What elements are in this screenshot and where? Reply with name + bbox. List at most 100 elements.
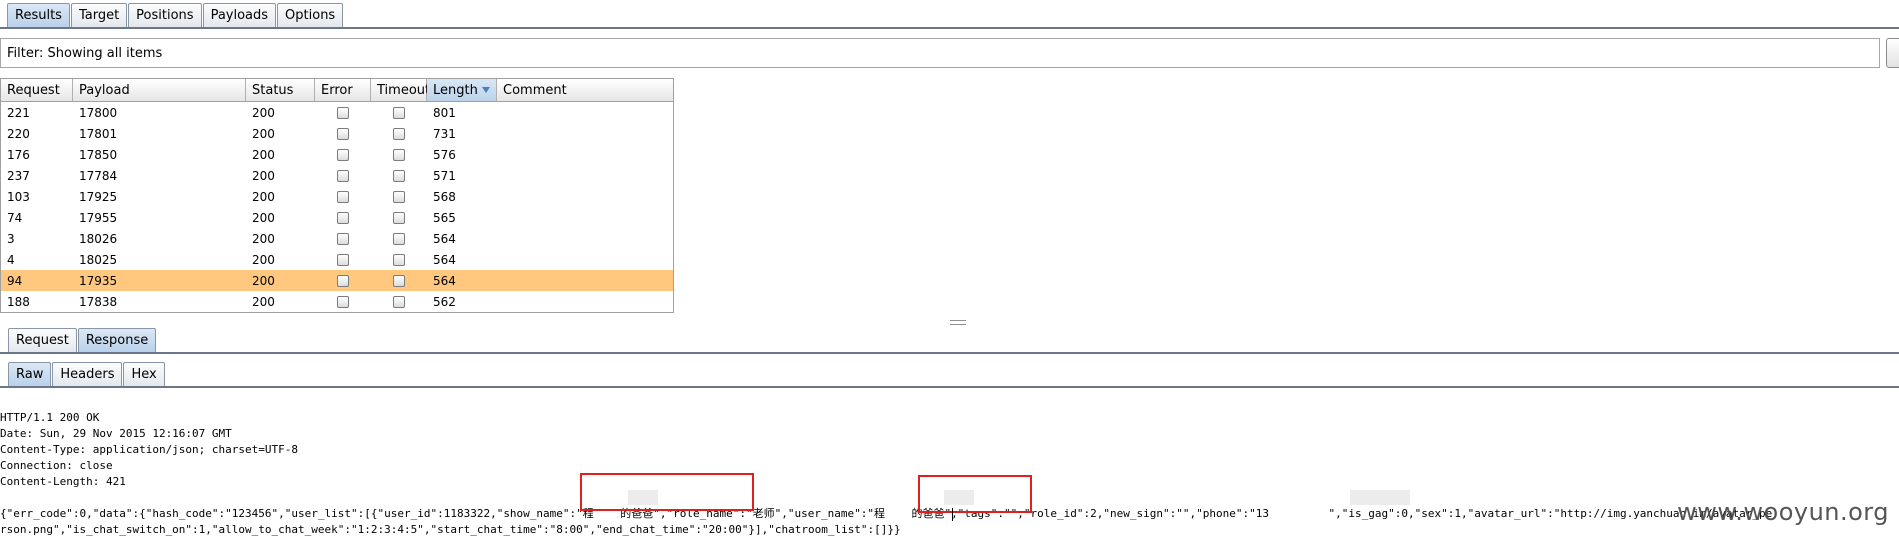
tab-request[interactable]: Request — [8, 328, 77, 352]
filter-bar[interactable]: Filter: Showing all items — [0, 38, 1880, 68]
response-header-line: Content-Type: application/json; charset=… — [0, 443, 299, 456]
timeout-checkbox[interactable] — [393, 190, 405, 203]
status-cell: 200 — [252, 126, 275, 141]
error-checkbox-cell — [315, 249, 371, 270]
error-checkbox[interactable] — [337, 190, 349, 203]
request-cell: 237 — [7, 168, 30, 183]
comment-cell — [497, 186, 673, 207]
request-cell: 176 — [7, 147, 30, 162]
timeout-checkbox-cell — [371, 165, 427, 186]
table-row[interactable]: 237 17784 200 571 — [1, 165, 673, 186]
table-body: 221 17800 200 801 220 17801 200 731 176 17850 200 5… — [1, 102, 673, 312]
error-checkbox[interactable] — [337, 274, 349, 287]
error-checkbox[interactable] — [337, 106, 349, 119]
col-error[interactable]: Error — [315, 79, 371, 101]
status-cell: 200 — [252, 252, 275, 267]
highlight-box-user-name — [918, 475, 1032, 513]
table-row[interactable]: 4 18025 200 564 — [1, 249, 673, 270]
timeout-checkbox[interactable] — [393, 253, 405, 266]
col-timeout[interactable]: Timeout — [371, 79, 430, 101]
timeout-checkbox-cell — [371, 228, 427, 249]
col-status[interactable]: Status — [246, 79, 315, 101]
col-comment[interactable]: Comment — [497, 79, 673, 101]
payload-cell: 17784 — [79, 168, 118, 183]
timeout-checkbox-cell — [371, 207, 427, 228]
top-tab-bar: Results Target Positions Payloads Option… — [7, 3, 344, 27]
timeout-checkbox[interactable] — [393, 169, 405, 182]
results-table: Request Payload Status Error Timeout Len… — [0, 78, 674, 313]
filter-text: Filter: Showing all items — [7, 45, 163, 61]
tab-raw[interactable]: Raw — [8, 362, 52, 386]
table-header: Request Payload Status Error Timeout Len… — [1, 78, 673, 102]
raw-response[interactable]: HTTP/1.1 200 OK Date: Sun, 29 Nov 2015 12… — [0, 394, 1899, 554]
view-tab-bar: Raw Headers Hex — [8, 362, 166, 386]
timeout-checkbox-cell — [371, 102, 427, 123]
payload-cell: 17800 — [79, 105, 118, 120]
timeout-checkbox[interactable] — [393, 232, 405, 245]
highlight-box-show-name — [580, 473, 754, 511]
tab-options[interactable]: Options — [277, 3, 344, 27]
table-row[interactable]: 188 17838 200 562 — [1, 291, 673, 312]
tab-target[interactable]: Target — [70, 3, 128, 27]
view-separator — [0, 386, 1899, 388]
col-payload[interactable]: Payload — [73, 79, 246, 101]
status-cell: 200 — [252, 168, 275, 183]
error-checkbox-cell — [315, 186, 371, 207]
timeout-checkbox[interactable] — [393, 211, 405, 224]
tab-headers[interactable]: Headers — [52, 362, 123, 386]
status-cell: 200 — [252, 189, 275, 204]
error-checkbox[interactable] — [337, 169, 349, 182]
table-row[interactable]: 221 17800 200 801 — [1, 102, 673, 123]
text-cursor — [952, 508, 953, 521]
error-checkbox[interactable] — [337, 211, 349, 224]
timeout-checkbox-cell — [371, 123, 427, 144]
table-row[interactable]: 3 18026 200 564 — [1, 228, 673, 249]
table-row[interactable]: 94 17935 200 564 — [1, 270, 673, 291]
error-checkbox-cell — [315, 165, 371, 186]
length-cell: 568 — [433, 189, 456, 204]
length-cell: 564 — [433, 273, 456, 288]
splitter-grip[interactable] — [950, 320, 966, 325]
error-checkbox-cell — [315, 123, 371, 144]
error-checkbox[interactable] — [337, 253, 349, 266]
length-cell: 562 — [433, 294, 456, 309]
table-row[interactable]: 103 17925 200 568 — [1, 186, 673, 207]
col-length[interactable]: Length — [427, 79, 497, 101]
tab-hex[interactable]: Hex — [123, 362, 165, 386]
payload-cell: 17850 — [79, 147, 118, 162]
timeout-checkbox[interactable] — [393, 127, 405, 140]
status-cell: 200 — [252, 105, 275, 120]
error-checkbox-cell — [315, 207, 371, 228]
request-cell: 221 — [7, 105, 30, 120]
payload-cell: 18026 — [79, 231, 118, 246]
table-row[interactable]: 220 17801 200 731 — [1, 123, 673, 144]
comment-cell — [497, 102, 673, 123]
timeout-checkbox[interactable] — [393, 148, 405, 161]
tab-results[interactable]: Results — [7, 3, 70, 27]
tab-response[interactable]: Response — [77, 328, 157, 352]
timeout-checkbox-cell — [371, 249, 427, 270]
status-cell: 200 — [252, 294, 275, 309]
filter-help-button[interactable] — [1886, 38, 1899, 68]
timeout-checkbox[interactable] — [393, 274, 405, 287]
tab-positions[interactable]: Positions — [128, 3, 202, 27]
timeout-checkbox-cell — [371, 186, 427, 207]
error-checkbox[interactable] — [337, 148, 349, 161]
error-checkbox-cell — [315, 228, 371, 249]
error-checkbox[interactable] — [337, 232, 349, 245]
table-row[interactable]: 74 17955 200 565 — [1, 207, 673, 228]
tab-payloads[interactable]: Payloads — [202, 3, 277, 27]
payload-cell: 17801 — [79, 126, 118, 141]
col-request[interactable]: Request — [1, 79, 73, 101]
timeout-checkbox[interactable] — [393, 106, 405, 119]
tab-separator — [0, 27, 1899, 29]
comment-cell — [497, 123, 673, 144]
comment-cell — [497, 228, 673, 249]
request-cell: 103 — [7, 189, 30, 204]
request-cell: 94 — [7, 273, 23, 288]
status-cell: 200 — [252, 231, 275, 246]
error-checkbox[interactable] — [337, 127, 349, 140]
table-row[interactable]: 176 17850 200 576 — [1, 144, 673, 165]
timeout-checkbox[interactable] — [393, 295, 405, 308]
error-checkbox[interactable] — [337, 295, 349, 308]
